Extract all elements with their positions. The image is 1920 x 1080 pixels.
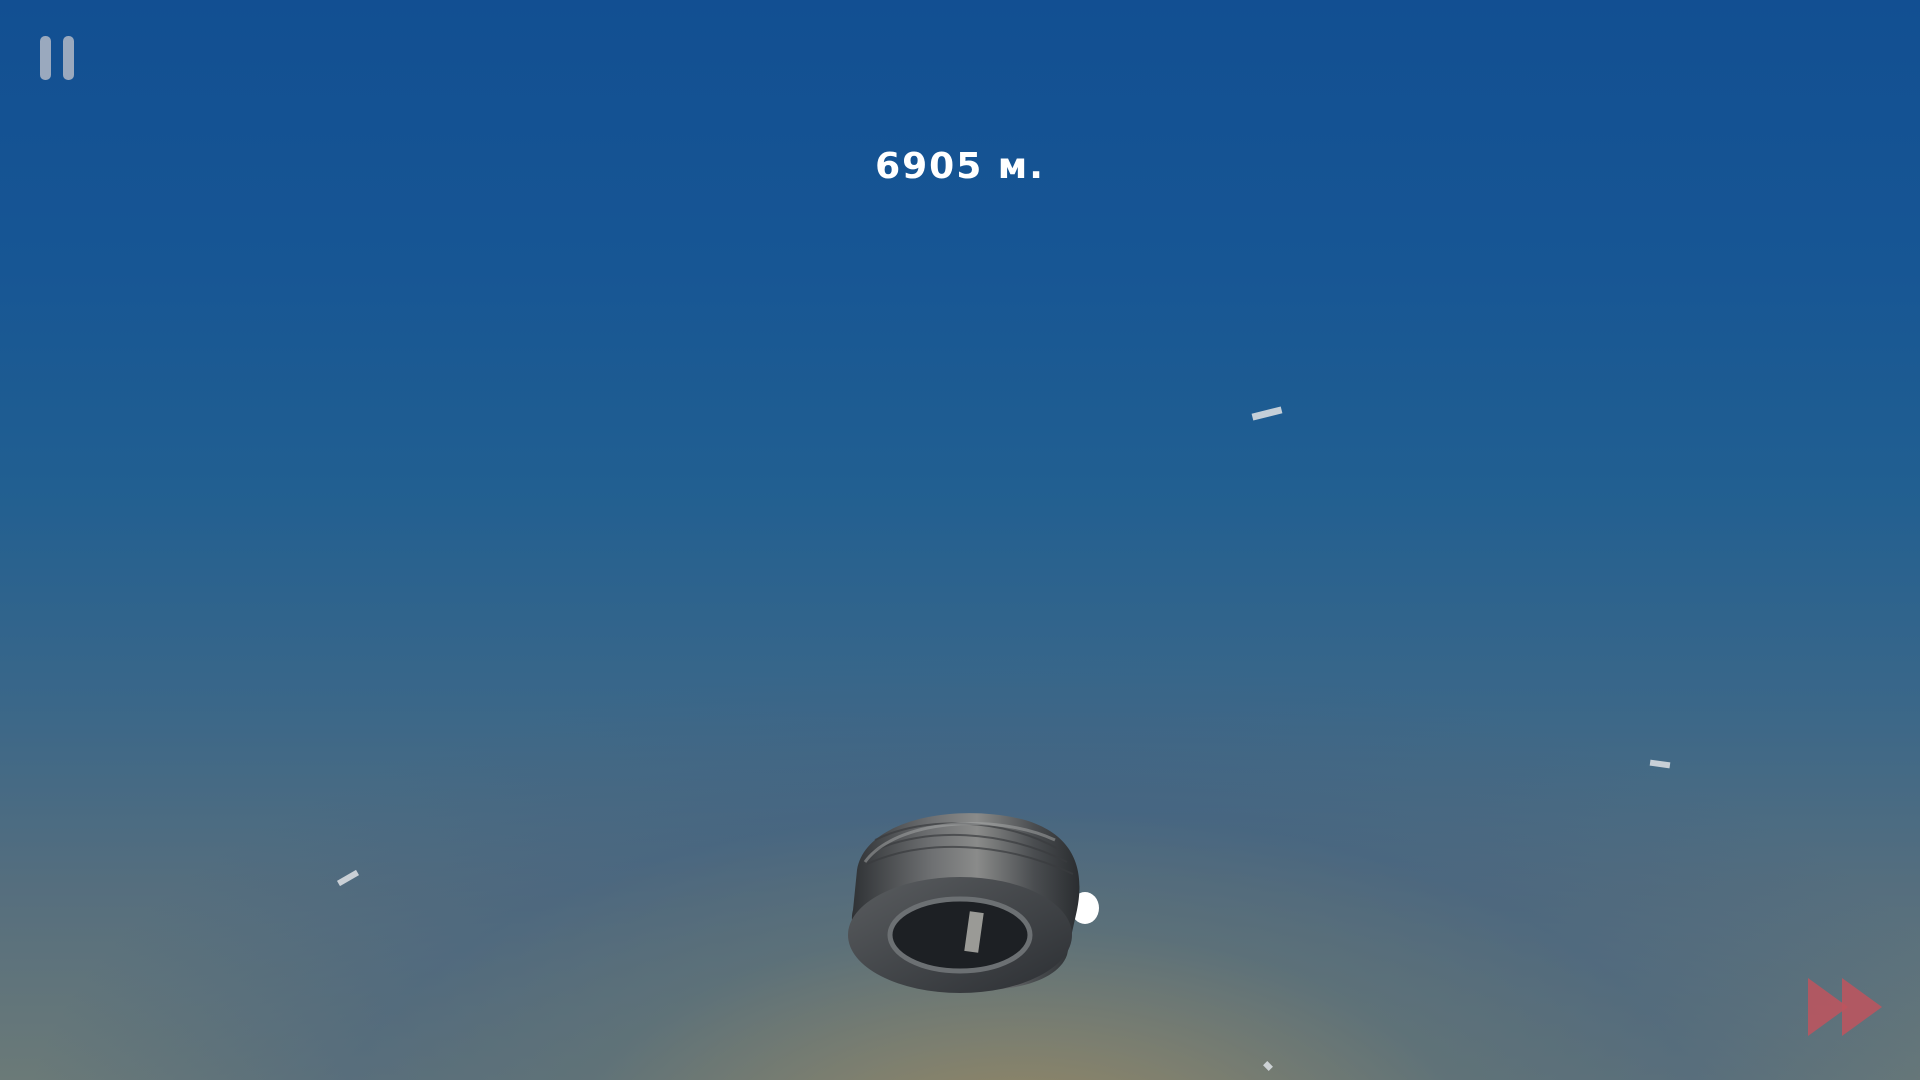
debris-fragment [1251, 406, 1283, 421]
fast-forward-icon [1808, 978, 1882, 1036]
distance-counter: 6905 м. [875, 146, 1045, 187]
debris-fragment [1263, 1061, 1273, 1071]
pause-button[interactable] [38, 34, 78, 82]
falling-tire [848, 813, 1099, 993]
pause-icon [40, 36, 51, 80]
debris-fragment [336, 869, 360, 887]
debris-fragment [1649, 759, 1671, 769]
pause-icon-bar [63, 36, 74, 80]
fast-forward-button[interactable] [1806, 976, 1886, 1038]
